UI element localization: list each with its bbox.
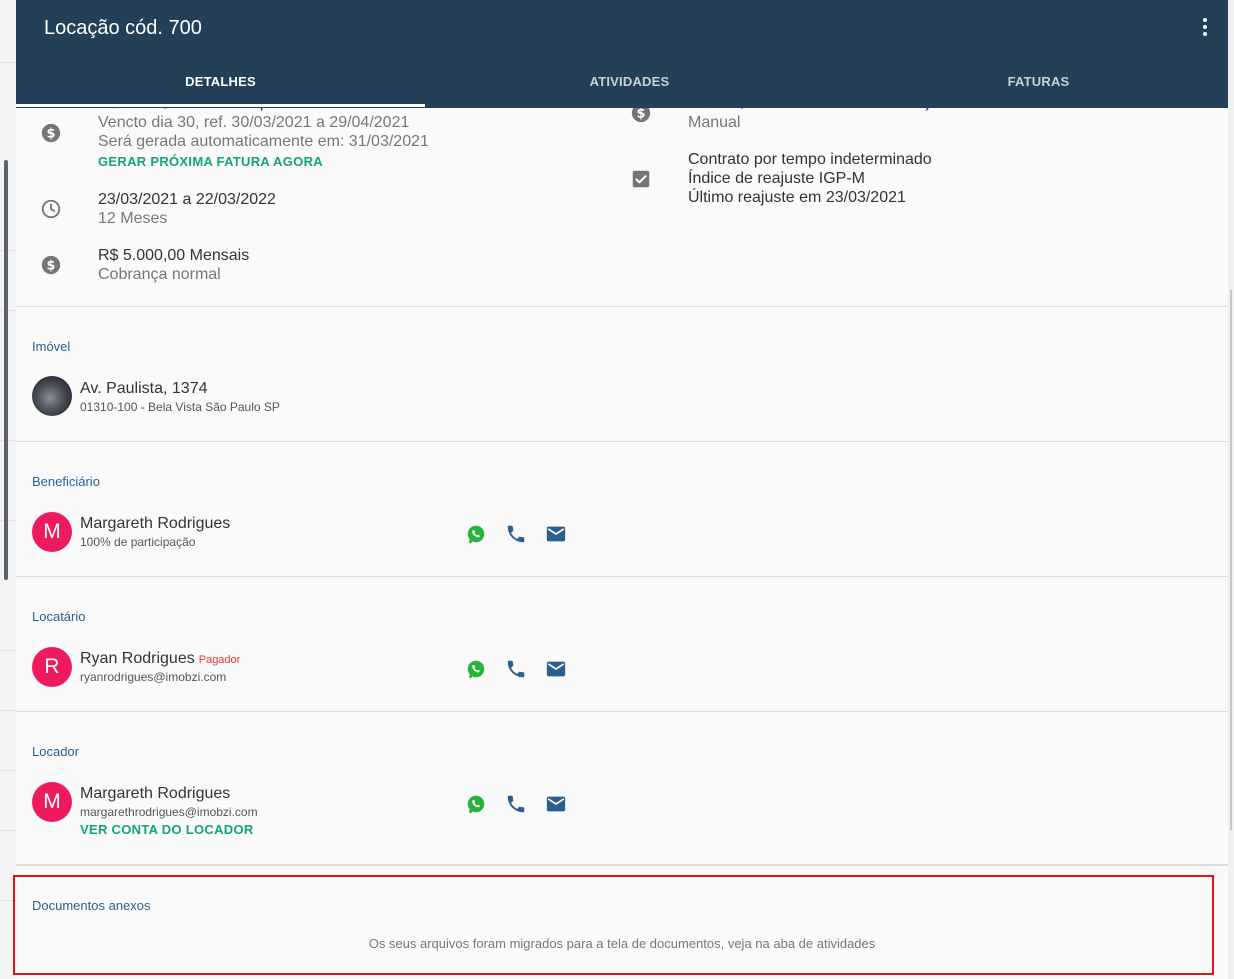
invoice-due-text: Vencto dia 30, ref. 30/03/2021 a 29/04/2… xyxy=(98,114,410,131)
landlord-avatar[interactable]: M xyxy=(32,782,72,822)
contract-last-adjust: Último reajuste em 23/03/2021 xyxy=(688,189,906,206)
email-icon[interactable] xyxy=(545,523,567,545)
svg-text:$: $ xyxy=(47,259,56,274)
clock-icon xyxy=(40,198,62,220)
svg-text:$: $ xyxy=(637,107,646,122)
tenant-avatar[interactable]: R xyxy=(32,647,72,687)
scrollbar-track[interactable] xyxy=(1228,0,1234,979)
checkbox-checked-icon xyxy=(630,168,652,190)
property-detail: 01310-100 - Bela Vista São Paulo SP xyxy=(80,400,280,414)
rental-dialog: R$ 5.500,00 é total da próxima fatura $ … xyxy=(16,0,1228,979)
rent-mode: Cobrança normal xyxy=(98,266,221,283)
tab-details[interactable]: DETALHES xyxy=(16,64,425,104)
contract-type: Contrato por tempo indeterminado xyxy=(688,151,932,168)
email-icon[interactable] xyxy=(545,658,567,680)
divider xyxy=(16,711,1228,712)
phone-icon[interactable] xyxy=(505,523,527,545)
invoice-auto-text: Será gerada automaticamente em: 31/03/20… xyxy=(98,133,429,150)
dialog-header: Locação cód. 700 DETALHES ATIVIDADES FAT… xyxy=(16,0,1228,108)
whatsapp-icon[interactable] xyxy=(465,793,487,815)
background-panel xyxy=(0,0,17,979)
details-content: R$ 5.500,00 é total da próxima fatura $ … xyxy=(16,0,1228,979)
period-dates: 23/03/2021 a 22/03/2022 xyxy=(98,191,276,208)
divider xyxy=(16,864,1228,866)
phone-icon[interactable] xyxy=(505,793,527,815)
beneficiary-avatar[interactable]: M xyxy=(32,512,72,552)
tenant-name[interactable]: Ryan Rodrigues xyxy=(80,650,195,667)
section-title-beneficiary: Beneficiário xyxy=(32,474,100,489)
section-title-landlord: Locador xyxy=(32,744,79,759)
svg-text:$: $ xyxy=(47,127,56,142)
dollar-circle-icon: $ xyxy=(40,122,62,144)
period-duration: 12 Meses xyxy=(98,210,168,227)
dollar-circle-icon: $ xyxy=(40,254,62,276)
admin-fee-mode: Manual xyxy=(688,114,741,131)
tab-activities[interactable]: ATIVIDADES xyxy=(425,64,834,104)
more-options-icon[interactable] xyxy=(1202,18,1208,40)
divider xyxy=(16,576,1228,577)
divider xyxy=(16,306,1228,307)
beneficiary-share: 100% de participação xyxy=(80,535,196,549)
email-icon[interactable] xyxy=(545,793,567,815)
section-title-property: Imóvel xyxy=(32,339,71,354)
scrollbar-thumb[interactable] xyxy=(1230,290,1232,830)
view-landlord-account-button[interactable]: VER CONTA DO LOCADOR xyxy=(80,822,254,837)
active-tab-indicator xyxy=(16,104,425,107)
rent-amount: R$ 5.000,00 Mensais xyxy=(98,247,250,264)
divider xyxy=(16,441,1228,442)
beneficiary-name[interactable]: Margareth Rodrigues xyxy=(80,515,230,533)
whatsapp-icon[interactable] xyxy=(465,658,487,680)
tab-invoices[interactable]: FATURAS xyxy=(834,64,1228,104)
property-address[interactable]: Av. Paulista, 1374 xyxy=(80,380,208,398)
generate-invoice-button[interactable]: GERAR PRÓXIMA FATURA AGORA xyxy=(98,154,323,169)
documents-highlight-box xyxy=(13,875,1214,975)
property-photo[interactable] xyxy=(32,376,72,416)
dialog-title: Locação cód. 700 xyxy=(44,17,202,39)
whatsapp-icon[interactable] xyxy=(465,523,487,545)
tenant-name-row: Ryan Rodrigues Pagador xyxy=(80,650,240,668)
landlord-email: margarethrodrigues@imobzi.com xyxy=(80,805,258,819)
section-title-tenant: Locatário xyxy=(32,609,86,624)
contract-index: Índice de reajuste IGP-M xyxy=(688,170,865,187)
payer-badge: Pagador xyxy=(198,654,241,666)
landlord-name[interactable]: Margareth Rodrigues xyxy=(80,785,230,803)
phone-icon[interactable] xyxy=(505,658,527,680)
tenant-email: ryanrodrigues@imobzi.com xyxy=(80,670,227,684)
background-scrollbar[interactable] xyxy=(4,160,8,580)
